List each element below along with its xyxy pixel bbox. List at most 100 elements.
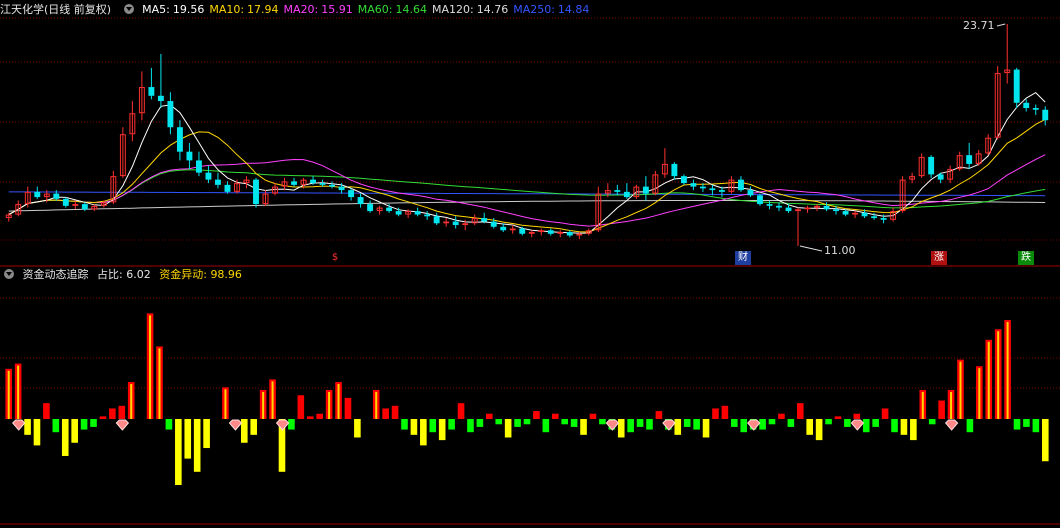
money-flow-bar	[768, 419, 776, 425]
candle-body	[776, 205, 782, 208]
candle-body	[509, 228, 516, 231]
money-flow-bar	[862, 419, 870, 433]
high-price-label: 23.71	[963, 19, 995, 32]
candle-body	[823, 205, 830, 210]
money-flow-bar	[787, 419, 795, 427]
diamond-signal-icon	[662, 419, 676, 431]
candle-body	[709, 188, 716, 191]
diamond-signal-icon	[944, 419, 959, 431]
candle-body	[500, 226, 507, 231]
candle-body	[205, 172, 212, 180]
candle-body	[623, 191, 630, 198]
candle-body	[614, 190, 621, 192]
money-flow-bar-core	[997, 331, 1000, 419]
candle-body	[148, 87, 155, 96]
diamond-signal-icon	[747, 419, 761, 431]
ma-legend-item: MA5: 19.56	[142, 3, 205, 16]
money-flow-bar	[693, 419, 700, 430]
money-flow-bar	[806, 419, 814, 435]
money-flow-bar	[109, 408, 116, 419]
limit-up-tag[interactable]: 涨	[931, 251, 947, 265]
indicator-menu-icon[interactable]	[123, 4, 134, 14]
ma-legend-item: MA10: 17.94	[209, 3, 279, 16]
money-flow-bar-core	[149, 315, 152, 419]
money-flow-bar-core	[959, 361, 962, 419]
candle-body	[490, 221, 497, 227]
money-flow-bar	[599, 419, 606, 425]
money-flow-bar-core	[950, 391, 953, 419]
candle-body	[329, 184, 336, 187]
money-flow-bar	[646, 419, 653, 430]
money-flow-bar	[306, 416, 314, 419]
candle-body	[1032, 108, 1039, 110]
diamond-signal-icon	[275, 419, 290, 431]
ma5-line	[8, 91, 1046, 234]
money-flow-bar-core	[375, 391, 378, 419]
money-flow-bar-core	[978, 368, 981, 419]
candle-body	[357, 197, 364, 205]
money-flow-bar	[796, 403, 804, 419]
candle-body	[547, 230, 554, 234]
money-flow-bar	[476, 419, 484, 427]
money-flow-bar	[118, 405, 126, 419]
candle-body	[557, 232, 564, 234]
candle-body	[852, 212, 859, 215]
money-flow-bar	[193, 419, 201, 472]
money-flow-bar	[24, 419, 31, 435]
candle-body	[1042, 109, 1049, 121]
candle-body	[319, 183, 326, 185]
money-flow-bar	[514, 419, 521, 427]
stock-title: 江天化学(日线 前复权)	[0, 3, 112, 16]
candle-body	[576, 233, 583, 236]
candle-body	[367, 204, 374, 212]
candle-body	[195, 160, 202, 173]
money-flow-bar-core	[7, 370, 10, 419]
diamond-signal-icon	[228, 419, 243, 431]
money-flow-bar	[523, 419, 531, 425]
money-flow-bar	[617, 419, 625, 438]
money-flow-bar	[316, 413, 323, 419]
candle-body	[766, 204, 773, 206]
candle-body	[937, 174, 944, 180]
money-flow-bar	[1041, 419, 1049, 462]
candle-body	[785, 207, 792, 212]
high-pointer-line	[996, 23, 1006, 27]
candle-body	[53, 193, 60, 199]
indicator-menu-icon[interactable]	[4, 269, 14, 279]
candle-body	[395, 211, 402, 215]
money-flow-bar	[1032, 419, 1040, 433]
money-flow-bar	[71, 419, 78, 443]
money-flow-bar	[52, 419, 60, 433]
money-flow-bar	[203, 419, 210, 449]
diamond-signal-icon	[115, 419, 130, 431]
finance-tag[interactable]: 财	[735, 251, 751, 265]
money-flow-bar	[99, 416, 107, 419]
money-flow-bar	[891, 419, 898, 433]
candle-body	[348, 190, 355, 198]
candle-body	[747, 190, 754, 196]
money-flow-bar	[551, 413, 559, 419]
money-flow-bar	[438, 419, 446, 441]
money-flow-bar	[250, 419, 258, 435]
money-flow-value: 98.96	[210, 268, 242, 281]
money-flow-bar	[655, 411, 663, 419]
candle-body	[966, 155, 973, 164]
dollar-marker[interactable]: $	[327, 251, 343, 265]
ratio-value: 6.02	[126, 268, 151, 281]
candle-body	[566, 232, 573, 236]
diamond-signal-icon	[850, 419, 865, 431]
money-flow-bar	[589, 413, 597, 419]
candle-body	[481, 218, 488, 222]
ma120-line	[8, 200, 1046, 212]
money-flow-bar	[495, 419, 503, 425]
limit-down-tag[interactable]: 跌	[1018, 251, 1034, 265]
kline-chart-svg[interactable]	[0, 0, 1060, 528]
ma10-line	[8, 118, 1046, 233]
candle-body	[842, 211, 849, 215]
candle-body	[433, 216, 440, 224]
candle-body	[928, 156, 935, 175]
money-flow-bar	[759, 419, 766, 430]
money-flow-bar	[938, 400, 945, 419]
money-flow-bar-core	[328, 391, 331, 419]
money-flow-bar	[61, 419, 69, 456]
